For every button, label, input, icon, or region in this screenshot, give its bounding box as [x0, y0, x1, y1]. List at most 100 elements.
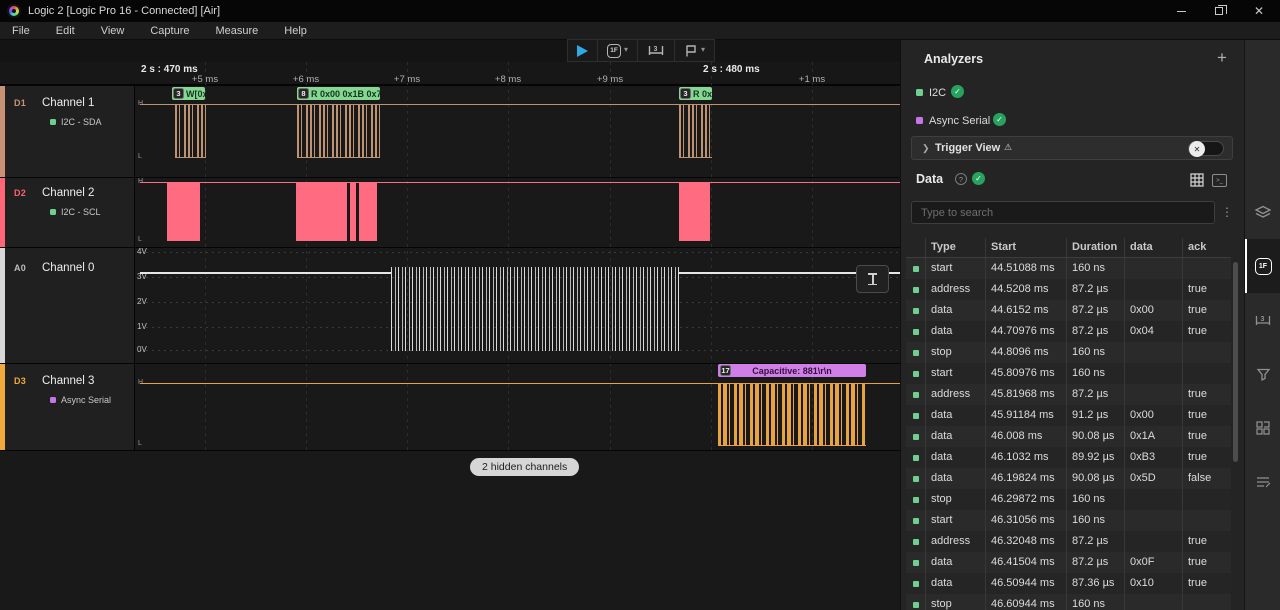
trigger-view-row[interactable]: ❯ Trigger View ⚠ ✕	[911, 136, 1233, 160]
cell-ack: true	[1182, 531, 1230, 552]
cell-ack: true	[1182, 384, 1230, 405]
channel0-name[interactable]: Channel 0	[42, 262, 94, 274]
header-type[interactable]: Type	[925, 238, 985, 257]
cell-ack	[1182, 342, 1230, 363]
header-duration[interactable]: Duration	[1066, 238, 1124, 257]
table-row[interactable]: stop44.8096 ms160 ns	[906, 342, 1231, 363]
timing-markers-button[interactable]: 3	[637, 40, 674, 61]
channel3-name[interactable]: Channel 3	[42, 375, 94, 387]
device-settings-button[interactable]: 1F ▾	[597, 40, 637, 61]
annotations-rail-button[interactable]	[1245, 347, 1280, 401]
minimize-icon	[1177, 11, 1186, 12]
close-button[interactable]: ✕	[1240, 0, 1278, 22]
capture-mode-button[interactable]	[1245, 185, 1280, 239]
table-row[interactable]: data46.1032 ms89.92 µs0xB3true	[906, 447, 1231, 468]
cell-type: data	[925, 426, 985, 447]
table-row[interactable]: stop46.29872 ms160 ns	[906, 489, 1231, 510]
table-row[interactable]: address45.81968 ms87.2 µstrue	[906, 384, 1231, 405]
search-input[interactable]	[911, 201, 1215, 224]
table-row[interactable]: data46.008 ms90.08 µs0x1Atrue	[906, 426, 1231, 447]
hex-display-button[interactable]: 1F	[1245, 239, 1280, 293]
annotations-button[interactable]: ▾	[674, 40, 714, 61]
table-view-icon[interactable]	[1190, 173, 1204, 187]
row-analyzer-dot	[906, 342, 925, 363]
channel1-color-strip	[0, 86, 5, 177]
channel1-name[interactable]: Channel 1	[42, 97, 94, 109]
ruler-major-left: 2 s : 470 ms	[141, 64, 198, 75]
measurement-button[interactable]	[856, 265, 889, 293]
cell-ack: true	[1182, 321, 1230, 342]
extensions-button[interactable]	[1245, 401, 1280, 455]
table-row[interactable]: data46.41504 ms87.2 µs0x0Ftrue	[906, 552, 1231, 573]
cell-data: 0x00	[1124, 300, 1182, 321]
menu-capture[interactable]: Capture	[137, 25, 202, 37]
cell-ack: true	[1182, 300, 1230, 321]
minimize-button[interactable]	[1162, 0, 1200, 22]
cell-duration: 87.2 µs	[1066, 300, 1124, 321]
maximize-button[interactable]	[1200, 0, 1238, 22]
channel0-id: A0	[14, 263, 26, 273]
header-start[interactable]: Start	[985, 238, 1066, 257]
cell-duration: 160 ns	[1066, 342, 1124, 363]
bubble-text: W[0x	[186, 89, 205, 99]
hidden-channels-pill[interactable]: 2 hidden channels	[470, 458, 579, 476]
header-ack[interactable]: ack	[1182, 238, 1230, 257]
cell-type: data	[925, 552, 985, 573]
cell-type: data	[925, 468, 985, 489]
bubble-count-badge: 8	[298, 88, 309, 99]
row-analyzer-dot	[906, 258, 925, 279]
row-analyzer-dot	[906, 510, 925, 531]
kebab-menu-icon[interactable]: ⋮	[1221, 205, 1233, 219]
analog-scale-2v: 2V	[137, 297, 147, 306]
table-row[interactable]: data46.50944 ms87.36 µs0x10true	[906, 573, 1231, 594]
table-scrollbar[interactable]	[1233, 262, 1238, 462]
check-icon: ✓	[972, 172, 985, 185]
analyzer-item-i2c[interactable]: I2C	[929, 87, 946, 99]
menu-file[interactable]: File	[0, 25, 43, 37]
channel2-id: D2	[14, 188, 26, 198]
table-row[interactable]: data44.6152 ms87.2 µs0x00true	[906, 300, 1231, 321]
data-table-body: start44.51088 ms160 nsaddress44.5208 ms8…	[906, 258, 1231, 610]
cell-ack	[1182, 258, 1230, 279]
analyzer-item-async-serial[interactable]: Async Serial	[929, 115, 990, 127]
measurements-button[interactable]: 3	[1245, 293, 1280, 347]
table-row[interactable]: address44.5208 ms87.2 µstrue	[906, 279, 1231, 300]
header-data[interactable]: data	[1124, 238, 1182, 257]
menu-edit[interactable]: Edit	[43, 25, 88, 37]
cell-data: 0x00	[1124, 405, 1182, 426]
time-ruler[interactable]	[0, 62, 900, 85]
cell-start: 46.1032 ms	[985, 447, 1066, 468]
menu-measure[interactable]: Measure	[203, 25, 272, 37]
table-row[interactable]: address46.32048 ms87.2 µstrue	[906, 531, 1231, 552]
cell-duration: 160 ns	[1066, 363, 1124, 384]
timing-markers-icon: 3	[647, 43, 665, 58]
table-row[interactable]: start45.80976 ms160 ns	[906, 363, 1231, 384]
terminal-view-icon[interactable]: >_	[1212, 174, 1227, 187]
channel2-waveform-high	[140, 182, 900, 183]
bubble-count-badge: 3	[173, 88, 184, 99]
help-icon[interactable]: ?	[955, 173, 967, 185]
table-row[interactable]: start46.31056 ms160 ns	[906, 510, 1231, 531]
device-settings-icon: 1F	[607, 44, 621, 58]
trigger-toggle[interactable]: ✕	[1188, 141, 1224, 156]
table-row[interactable]: data45.91184 ms91.2 µs0x00true	[906, 405, 1231, 426]
run-capture-button[interactable]	[568, 40, 597, 61]
table-row[interactable]: data46.19824 ms90.08 µs0x5Dfalse	[906, 468, 1231, 489]
cell-data	[1124, 258, 1182, 279]
menu-view[interactable]: View	[88, 25, 138, 37]
table-row[interactable]: start44.51088 ms160 ns	[906, 258, 1231, 279]
channel2-color-strip	[0, 178, 5, 247]
channel2-analyzer-label: I2C - SCL	[61, 207, 101, 217]
table-row[interactable]: data44.70976 ms87.2 µs0x04true	[906, 321, 1231, 342]
ibeam-cursor-icon	[868, 273, 877, 285]
add-analyzer-button[interactable]: +	[1217, 48, 1227, 68]
channel1-burst	[175, 104, 206, 158]
notes-button[interactable]	[1245, 455, 1280, 509]
channel2-name[interactable]: Channel 2	[42, 187, 94, 199]
cell-start: 44.51088 ms	[985, 258, 1066, 279]
table-row[interactable]: stop46.60944 ms160 ns	[906, 594, 1231, 610]
serial-color-square	[916, 117, 923, 124]
menu-help[interactable]: Help	[271, 25, 320, 37]
cell-data: 0x0F	[1124, 552, 1182, 573]
cell-start: 45.81968 ms	[985, 384, 1066, 405]
